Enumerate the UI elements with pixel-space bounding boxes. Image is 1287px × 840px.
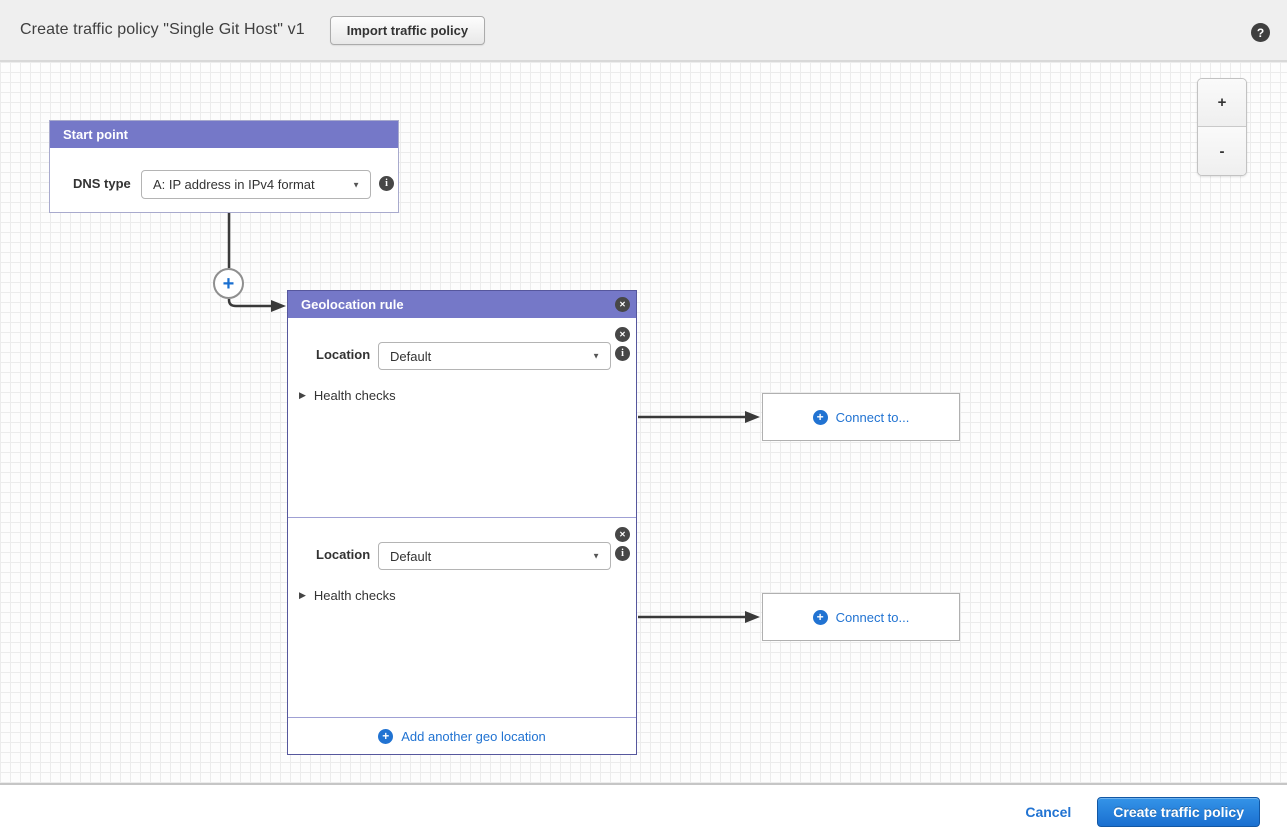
geolocation-rule-close-button[interactable]: ✕ <box>615 297 630 312</box>
dns-type-select[interactable]: A: IP address in IPv4 format ▼ <box>141 170 371 199</box>
location-1-value: Default <box>390 349 431 364</box>
plus-icon: + <box>378 729 393 744</box>
geolocation-rule-title: Geolocation rule <box>301 297 404 312</box>
action-bar: Cancel Create traffic policy <box>0 785 1287 838</box>
connector-plus-button[interactable]: + <box>213 268 244 299</box>
zoom-in-button[interactable]: + <box>1198 79 1246 127</box>
connect-to-1-label: Connect to... <box>836 410 910 425</box>
location-2-close-button[interactable]: ✕ <box>615 527 630 542</box>
geolocation-rule-footer: + Add another geo location <box>288 718 636 754</box>
start-point-title: Start point <box>50 121 398 148</box>
add-another-geo-location-link[interactable]: + Add another geo location <box>378 729 546 744</box>
geolocation-rule-header: Geolocation rule ✕ <box>288 291 636 318</box>
page-title: Create traffic policy "Single Git Host" … <box>20 21 305 39</box>
location-2-info-icon[interactable]: i <box>615 546 630 561</box>
location-2-label: Location <box>316 547 370 562</box>
connect-to-2-label: Connect to... <box>836 610 910 625</box>
health-checks-1-toggle[interactable]: ▶ Health checks <box>299 388 396 403</box>
zoom-out-button[interactable]: - <box>1198 127 1246 175</box>
start-point-box: Start point DNS type A: IP address in IP… <box>49 120 399 213</box>
geo-location-section-2: ✕ Location Default ▼ i ▶ Health checks <box>288 518 636 718</box>
location-1-info-icon[interactable]: i <box>615 346 630 361</box>
chevron-down-icon: ▼ <box>592 352 600 361</box>
health-checks-2-toggle[interactable]: ▶ Health checks <box>299 588 396 603</box>
zoom-controls: + - <box>1197 78 1247 176</box>
import-traffic-policy-button[interactable]: Import traffic policy <box>330 16 485 45</box>
connect-to-button-2[interactable]: + Connect to... <box>762 593 960 641</box>
geo-location-section-1: ✕ Location Default ▼ i ▶ Health checks <box>288 318 636 518</box>
connect-to-button-1[interactable]: + Connect to... <box>762 393 960 441</box>
geolocation-rule-box: Geolocation rule ✕ ✕ Location Default ▼ … <box>287 290 637 755</box>
location-1-select[interactable]: Default ▼ <box>378 342 611 370</box>
help-icon[interactable]: ? <box>1251 23 1270 42</box>
chevron-down-icon: ▼ <box>352 180 360 189</box>
cancel-button[interactable]: Cancel <box>1025 804 1071 820</box>
dns-type-label: DNS type <box>73 176 131 191</box>
location-2-value: Default <box>390 549 431 564</box>
health-checks-1-label: Health checks <box>314 388 396 403</box>
plus-icon: + <box>813 610 828 625</box>
location-1-close-button[interactable]: ✕ <box>615 327 630 342</box>
expander-collapsed-icon: ▶ <box>299 390 306 401</box>
dns-type-info-icon[interactable]: i <box>379 176 394 191</box>
plus-icon: + <box>813 410 828 425</box>
traffic-policy-canvas: + - Start point DNS type A: IP address i… <box>0 62 1287 785</box>
dns-type-value: A: IP address in IPv4 format <box>153 177 315 192</box>
add-geo-location-label: Add another geo location <box>401 729 546 744</box>
location-2-select[interactable]: Default ▼ <box>378 542 611 570</box>
health-checks-2-label: Health checks <box>314 588 396 603</box>
chevron-down-icon: ▼ <box>592 552 600 561</box>
header-bar: Create traffic policy "Single Git Host" … <box>0 0 1287 62</box>
location-1-label: Location <box>316 347 370 362</box>
create-traffic-policy-button[interactable]: Create traffic policy <box>1097 797 1260 827</box>
expander-collapsed-icon: ▶ <box>299 590 306 601</box>
